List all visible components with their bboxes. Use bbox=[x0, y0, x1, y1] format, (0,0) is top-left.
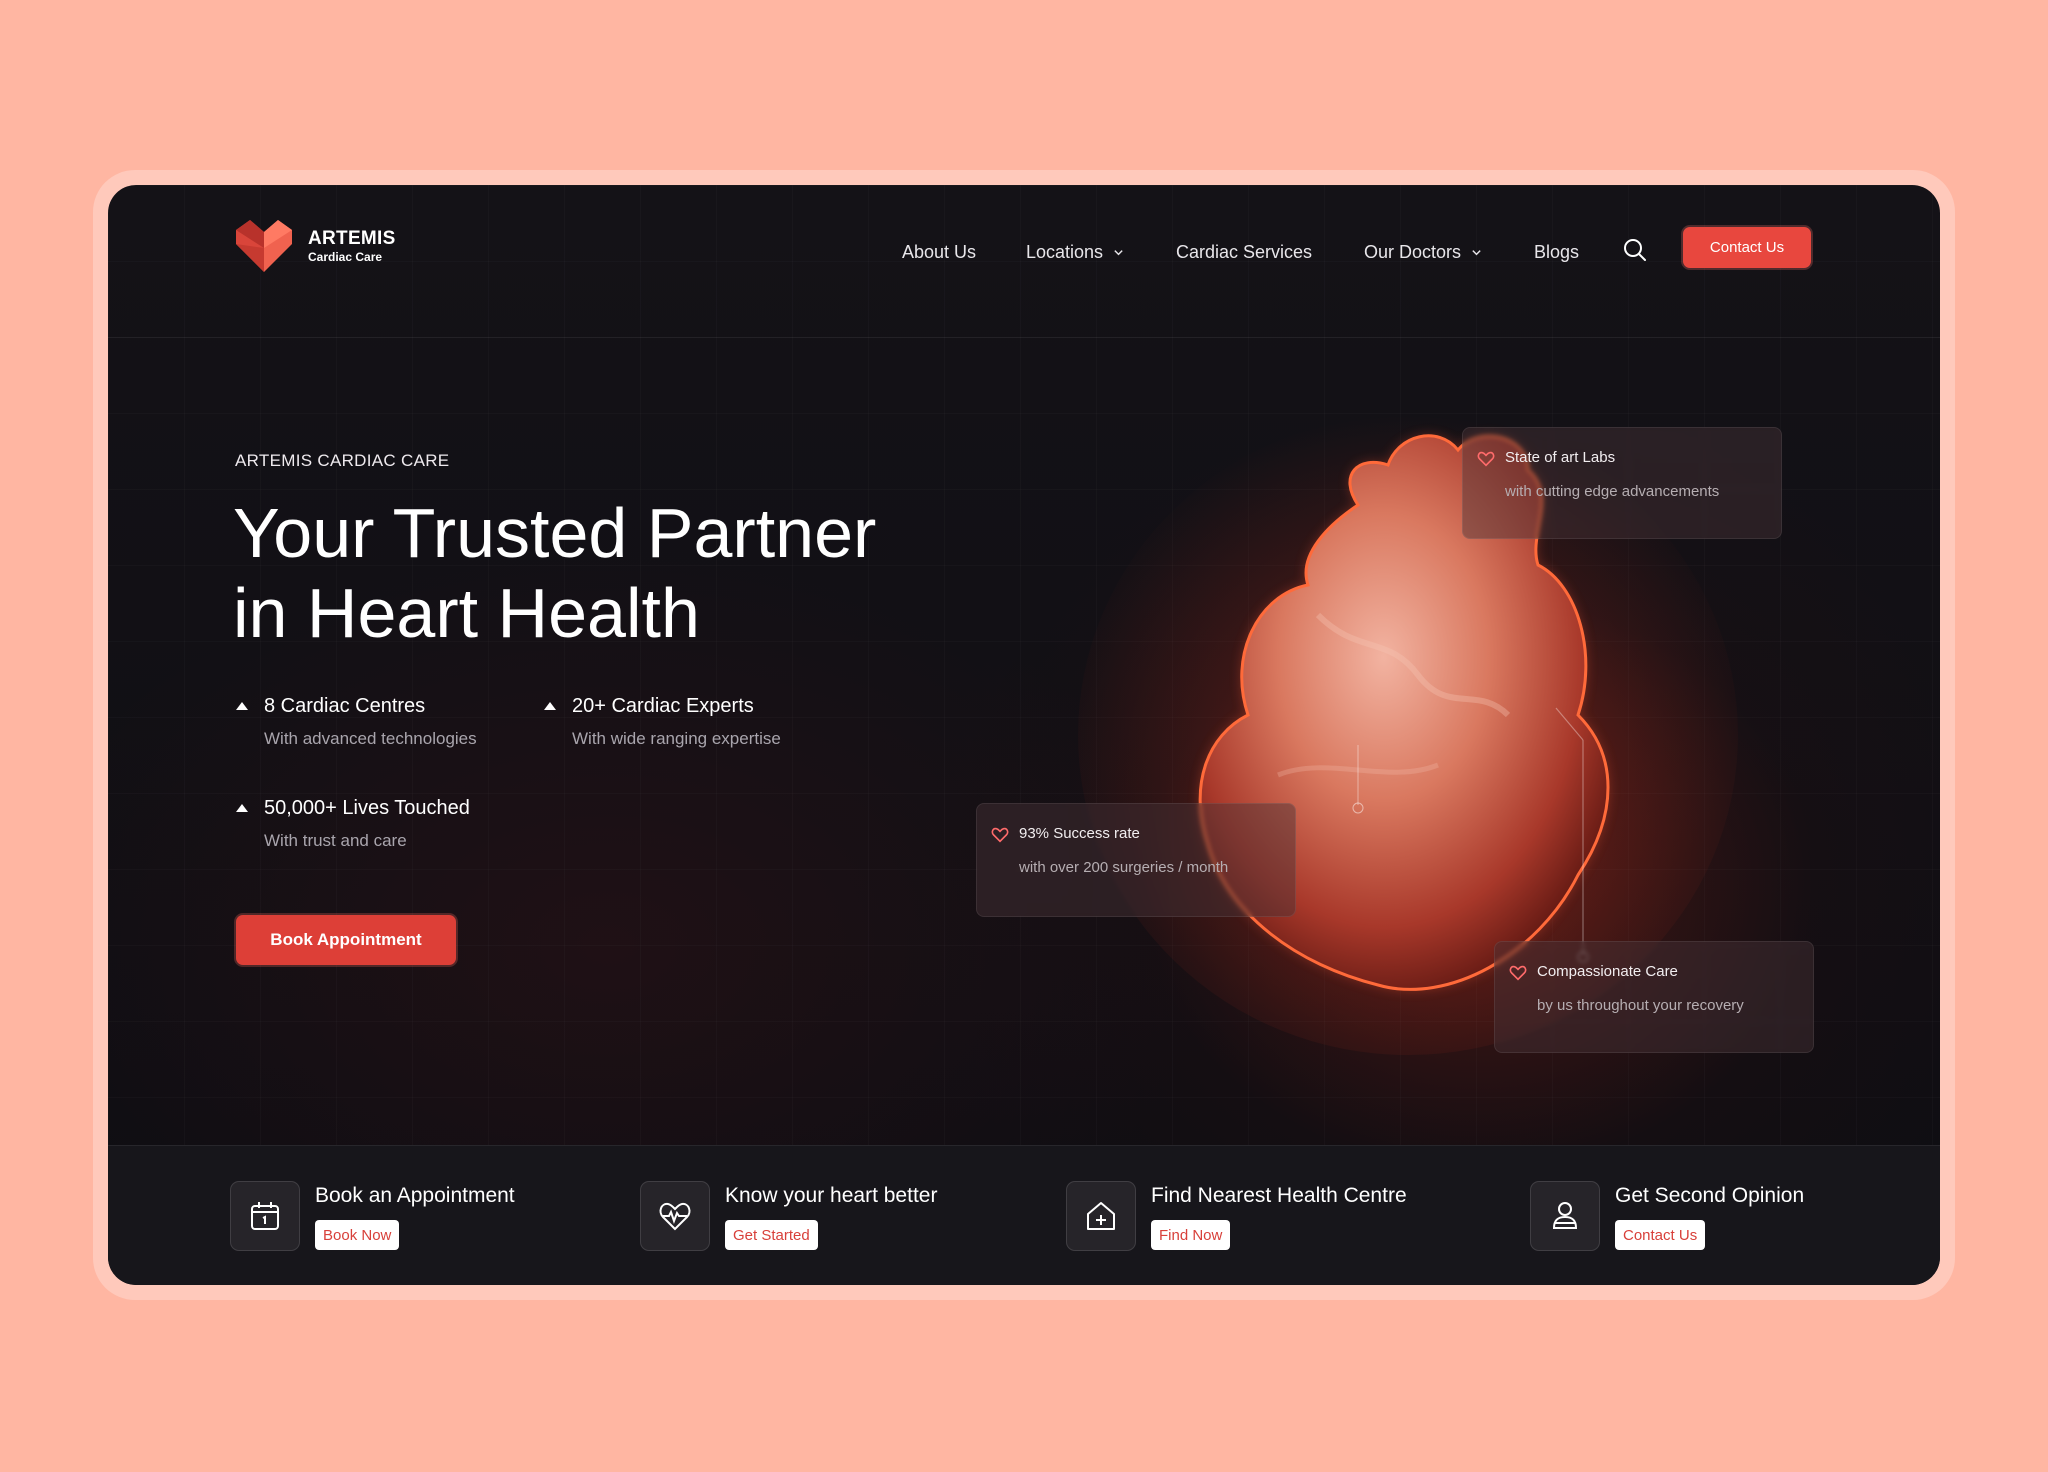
doctor-icon[interactable] bbox=[1530, 1181, 1600, 1251]
find-now-button[interactable]: Find Now bbox=[1151, 1220, 1231, 1250]
site-window: ARTEMIS Cardiac Care About Us Locations … bbox=[108, 185, 1940, 1285]
stat-subtitle: With trust and care bbox=[264, 831, 407, 850]
heart-outline-icon bbox=[1509, 965, 1527, 981]
quick-action-title: Know your heart better bbox=[725, 1184, 938, 1207]
stat-title: 20+ Cardiac Experts bbox=[572, 695, 754, 717]
callout-title: State of art Labs bbox=[1505, 449, 1616, 466]
book-appointment-button[interactable]: Book Appointment bbox=[236, 915, 456, 965]
hero-headline: Your Trusted Partner in Heart Health bbox=[233, 493, 953, 653]
contact-us-button-secondary[interactable]: Contact Us bbox=[1615, 1220, 1706, 1250]
nav-blogs[interactable]: Blogs bbox=[1534, 237, 1579, 267]
nav-label: Blogs bbox=[1534, 242, 1580, 262]
headline-line-1: Your Trusted Partner bbox=[233, 494, 877, 572]
quick-action-title: Book an Appointment bbox=[315, 1184, 515, 1207]
heart-outline-icon bbox=[1477, 451, 1495, 467]
calendar-icon[interactable] bbox=[230, 1181, 300, 1251]
hero-eyebrow: ARTEMIS CARDIAC CARE bbox=[235, 451, 450, 470]
nav-label: About Us bbox=[902, 242, 977, 262]
nav-label: Locations bbox=[1026, 242, 1104, 262]
contact-us-button[interactable]: Contact Us bbox=[1683, 227, 1811, 268]
search-icon[interactable] bbox=[1620, 235, 1650, 265]
book-now-button[interactable]: Book Now bbox=[315, 1220, 400, 1250]
nav-label: Cardiac Services bbox=[1176, 242, 1313, 262]
triangle-up-icon bbox=[544, 702, 556, 710]
callout-subtitle: with cutting edge advancements bbox=[1505, 483, 1720, 500]
stat-title: 50,000+ Lives Touched bbox=[264, 797, 470, 819]
callout-labs: State of art Labs with cutting edge adva… bbox=[1462, 427, 1782, 539]
nav-our-doctors[interactable]: Our Doctors bbox=[1364, 237, 1482, 267]
nav-about-us[interactable]: About Us bbox=[902, 237, 976, 267]
heart-outline-icon bbox=[991, 827, 1009, 843]
get-started-button[interactable]: Get Started bbox=[725, 1220, 818, 1250]
nav-locations[interactable]: Locations bbox=[1026, 237, 1124, 267]
quick-action-title: Find Nearest Health Centre bbox=[1151, 1184, 1407, 1207]
quick-action-title: Get Second Opinion bbox=[1615, 1184, 1805, 1207]
chevron-down-icon bbox=[1472, 249, 1481, 255]
header-divider bbox=[108, 337, 1940, 338]
headline-line-2: in Heart Health bbox=[233, 574, 700, 652]
callout-subtitle: by us throughout your recovery bbox=[1537, 997, 1744, 1014]
callout-subtitle: with over 200 surgeries / month bbox=[1019, 859, 1229, 876]
callout-success: 93% Success rate with over 200 surgeries… bbox=[976, 803, 1296, 917]
callout-title: 93% Success rate bbox=[1019, 825, 1140, 842]
nav-label: Our Doctors bbox=[1364, 242, 1462, 262]
quick-actions-bar: Book an Appointment Book Now Know your h… bbox=[108, 1145, 1940, 1285]
nav-cardiac-services[interactable]: Cardiac Services bbox=[1176, 237, 1312, 267]
heartbeat-icon[interactable] bbox=[640, 1181, 710, 1251]
main-nav: About Us Locations Cardiac Services Our … bbox=[108, 237, 1940, 267]
stat-subtitle: With wide ranging expertise bbox=[572, 729, 781, 748]
callout-title: Compassionate Care bbox=[1537, 963, 1678, 980]
triangle-up-icon bbox=[236, 804, 248, 812]
hospital-icon[interactable] bbox=[1066, 1181, 1136, 1251]
chevron-down-icon bbox=[1114, 249, 1123, 255]
stat-title: 8 Cardiac Centres bbox=[264, 695, 426, 717]
stat-subtitle: With advanced technologies bbox=[264, 729, 477, 748]
triangle-up-icon bbox=[236, 702, 248, 710]
callout-care: Compassionate Care by us throughout your… bbox=[1494, 941, 1814, 1053]
